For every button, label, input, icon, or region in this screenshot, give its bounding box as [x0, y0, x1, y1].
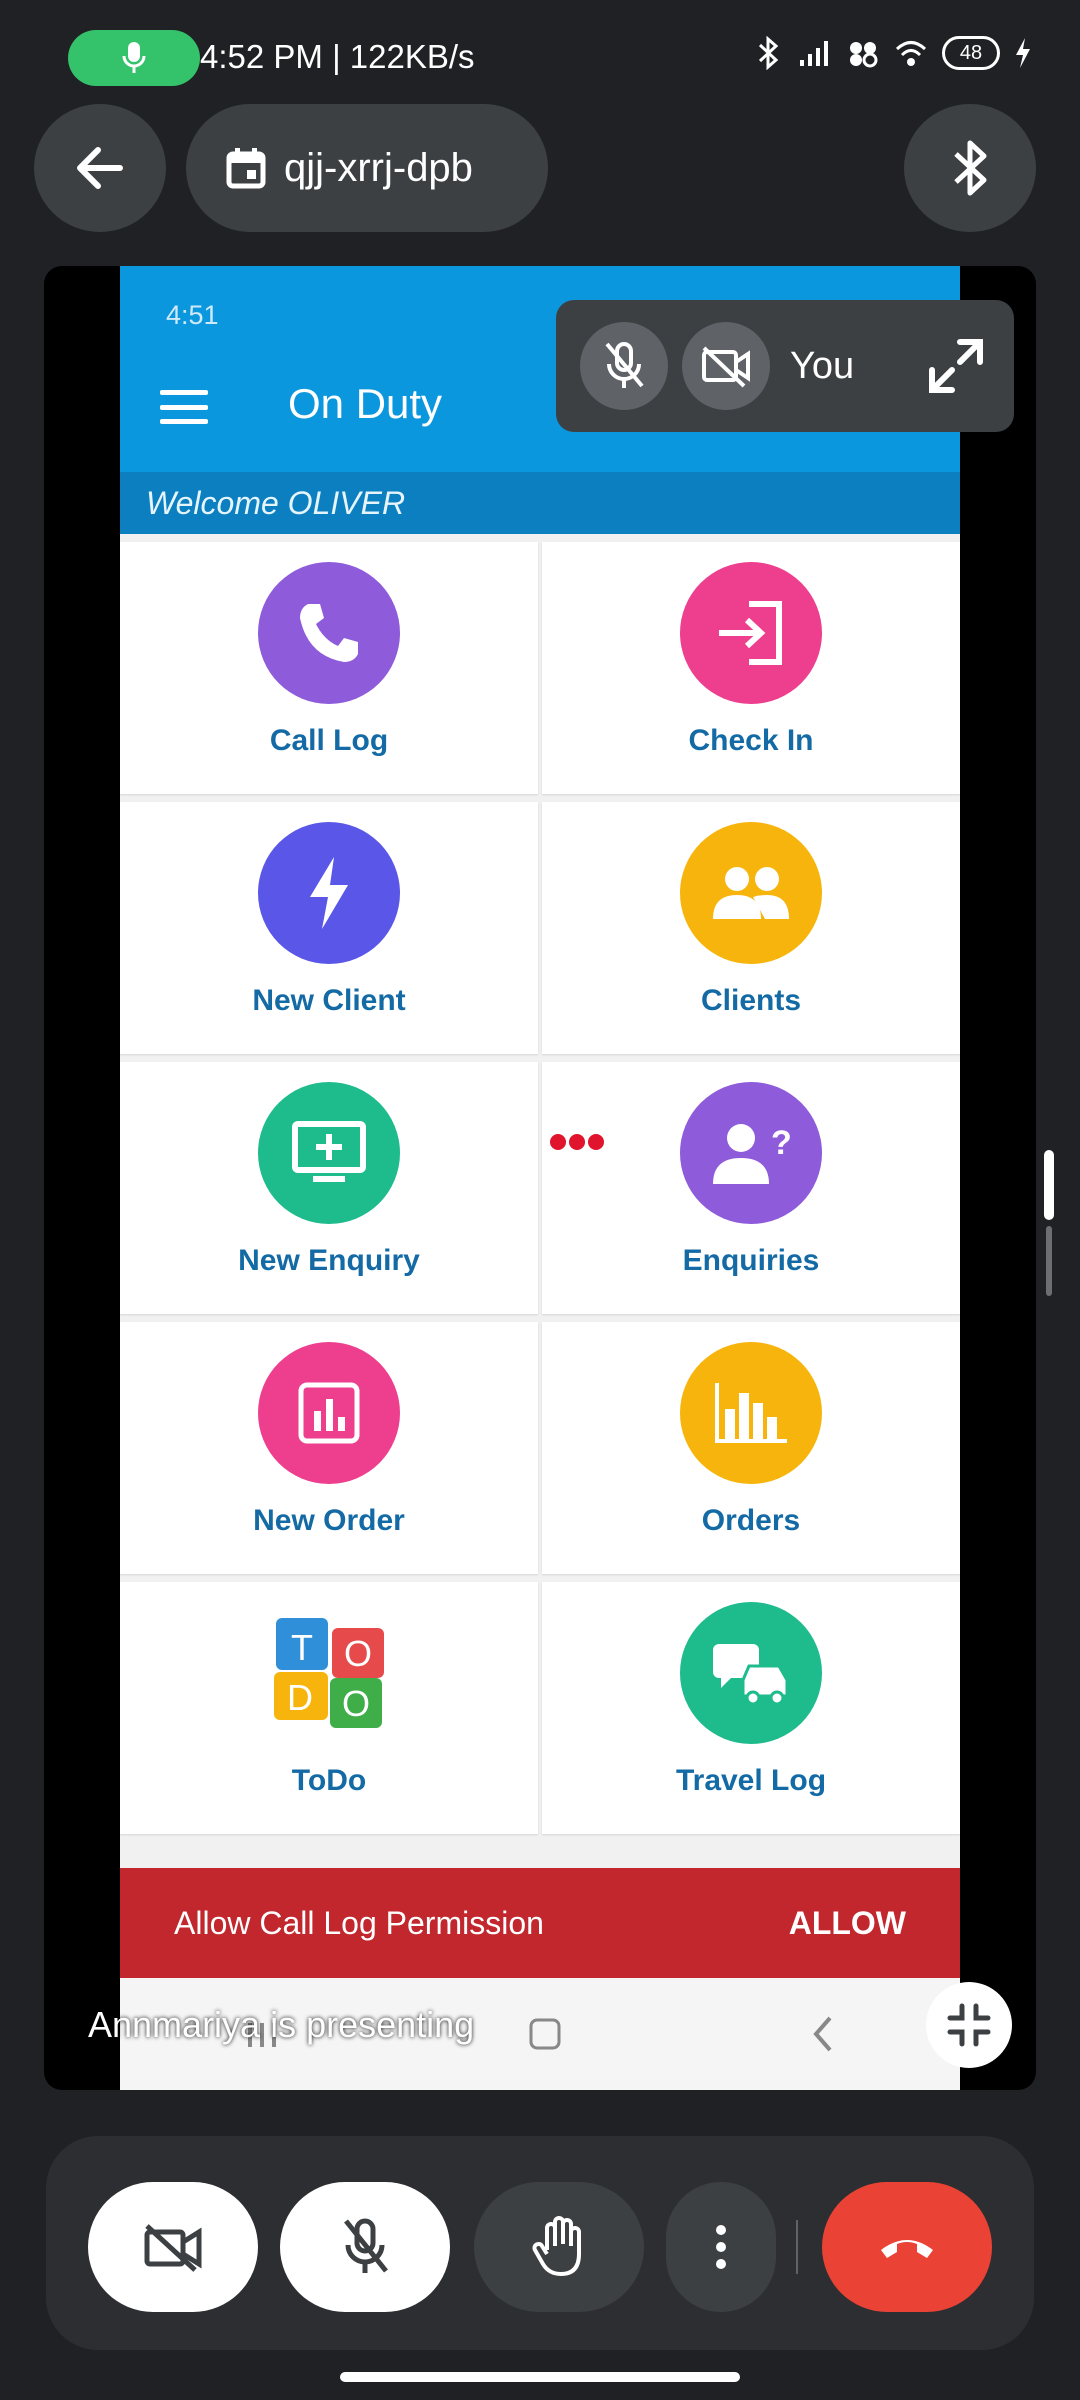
self-view-tile[interactable]: You [556, 300, 1014, 432]
controls-divider [796, 2220, 798, 2274]
shared-phone-time: 4:51 [166, 300, 219, 330]
tile-enquiries: ? Enquiries [542, 1062, 960, 1314]
more-options-button[interactable] [666, 2182, 776, 2312]
status-icons: 48 [754, 36, 1032, 70]
bar-chart-icon [680, 1342, 822, 1484]
gesture-home-bar[interactable] [340, 2372, 740, 2382]
lightning-icon [258, 822, 400, 964]
tile-label: New Enquiry [238, 1244, 420, 1277]
welcome-banner: Welcome OLIVER [120, 472, 960, 534]
scroll-indicator[interactable] [1044, 1150, 1054, 1220]
permission-banner: Allow Call Log Permission ALLOW [120, 1868, 960, 1978]
end-call-button[interactable] [822, 2182, 992, 2312]
phone-icon [258, 562, 400, 704]
todo-letter-d: D [287, 1677, 313, 1718]
battery-indicator: 48 [942, 36, 1000, 70]
audio-output-button[interactable] [904, 104, 1036, 232]
tile-label: Travel Log [675, 1764, 827, 1797]
tile-label: ToDo [291, 1764, 367, 1797]
mic-off-icon [344, 2218, 388, 2273]
mic-icon [122, 42, 146, 73]
monitor-plus-icon [258, 1082, 400, 1224]
todo-blocks-icon: T O D O [258, 1602, 400, 1744]
people-icon [680, 822, 822, 964]
chart-icon [258, 1342, 400, 1484]
back-button[interactable] [34, 104, 166, 232]
bluetooth-icon [954, 140, 987, 196]
menu-grid: Call Log Check In New Client Clients New… [120, 542, 960, 1834]
camera-off-icon [702, 346, 750, 388]
meeting-info-chip[interactable]: qjj-xrrj-dpb [186, 104, 548, 232]
tile-check-in: Check In [542, 542, 960, 794]
back-arrow-icon [77, 147, 123, 189]
expand-icon[interactable] [926, 336, 986, 396]
camera-toggle-button[interactable] [88, 2182, 258, 2312]
tile-label: Check In [688, 724, 814, 757]
hotspot-icon [850, 42, 878, 68]
tile-new-client: New Client [120, 802, 538, 1054]
self-label: You [790, 344, 855, 387]
person-question-icon: ? [680, 1082, 822, 1224]
travel-icon [680, 1602, 822, 1744]
todo-letter-t: T [291, 1627, 313, 1668]
status-time-speed: 4:52 PM | 122KB/s [200, 38, 475, 75]
wifi-icon [895, 41, 927, 66]
tile-clients: Clients [542, 802, 960, 1054]
mic-off-icon [605, 342, 644, 388]
status-bar: 4:52 PM | 122KB/s 48 [0, 0, 1080, 100]
raise-hand-button[interactable] [474, 2182, 644, 2312]
tile-label: New Order [253, 1504, 405, 1537]
presenting-caption: Annmariya is presenting [88, 2004, 475, 2045]
calendar-icon [226, 148, 266, 189]
meeting-code: qjj-xrrj-dpb [284, 145, 473, 190]
signal-icon [800, 41, 828, 66]
tile-label: New Client [252, 984, 406, 1017]
hang-up-icon [881, 2240, 933, 2258]
tile-label: Enquiries [682, 1244, 820, 1277]
mic-toggle-button[interactable] [280, 2182, 450, 2312]
tile-todo: T O D O ToDo [120, 1582, 538, 1834]
tile-label: Call Log [269, 724, 389, 757]
nav-back-icon [813, 2016, 832, 2052]
more-vert-icon [716, 2225, 726, 2269]
charging-icon [1016, 38, 1030, 68]
meet-call-screen: 4:52 PM | 122KB/s 48 qjj-xrrj-dpb 4:51 O… [0, 0, 1080, 2400]
loading-dots [550, 1134, 604, 1150]
minimize-presentation-button[interactable] [926, 1982, 1012, 2068]
tile-travel-log: Travel Log [542, 1582, 960, 1834]
login-icon [680, 562, 822, 704]
tile-call-log: Call Log [120, 542, 538, 794]
shared-phone-screen: 4:51 On Duty Welcome OLIVER Call Log Che… [120, 266, 960, 2090]
svg-text:?: ? [771, 1124, 792, 1162]
camera-off-icon [144, 2224, 202, 2272]
app-title: On Duty [288, 380, 443, 427]
tile-new-enquiry: New Enquiry [120, 1062, 538, 1314]
scroll-track [1046, 1226, 1052, 1296]
todo-letter-o1: O [344, 1633, 372, 1674]
bluetooth-status-icon [758, 36, 779, 70]
self-mic-off-indicator [580, 322, 668, 410]
tile-new-order: New Order [120, 1322, 538, 1574]
hamburger-menu-icon [160, 390, 208, 424]
home-icon [529, 2018, 561, 2050]
permission-text: Allow Call Log Permission [174, 1904, 544, 1941]
call-controls-bar [46, 2136, 1034, 2350]
tile-label: Orders [701, 1504, 801, 1537]
hand-icon [532, 2216, 581, 2276]
permission-allow: ALLOW [788, 1904, 906, 1941]
tile-label: Clients [700, 984, 802, 1017]
tile-orders: Orders [542, 1322, 960, 1574]
self-camera-off-indicator [682, 322, 770, 410]
todo-letter-o2: O [342, 1683, 370, 1724]
mic-active-indicator[interactable] [68, 30, 200, 86]
collapse-icon [947, 2003, 991, 2047]
presentation-stage[interactable]: 4:51 On Duty Welcome OLIVER Call Log Che… [44, 266, 1036, 2090]
